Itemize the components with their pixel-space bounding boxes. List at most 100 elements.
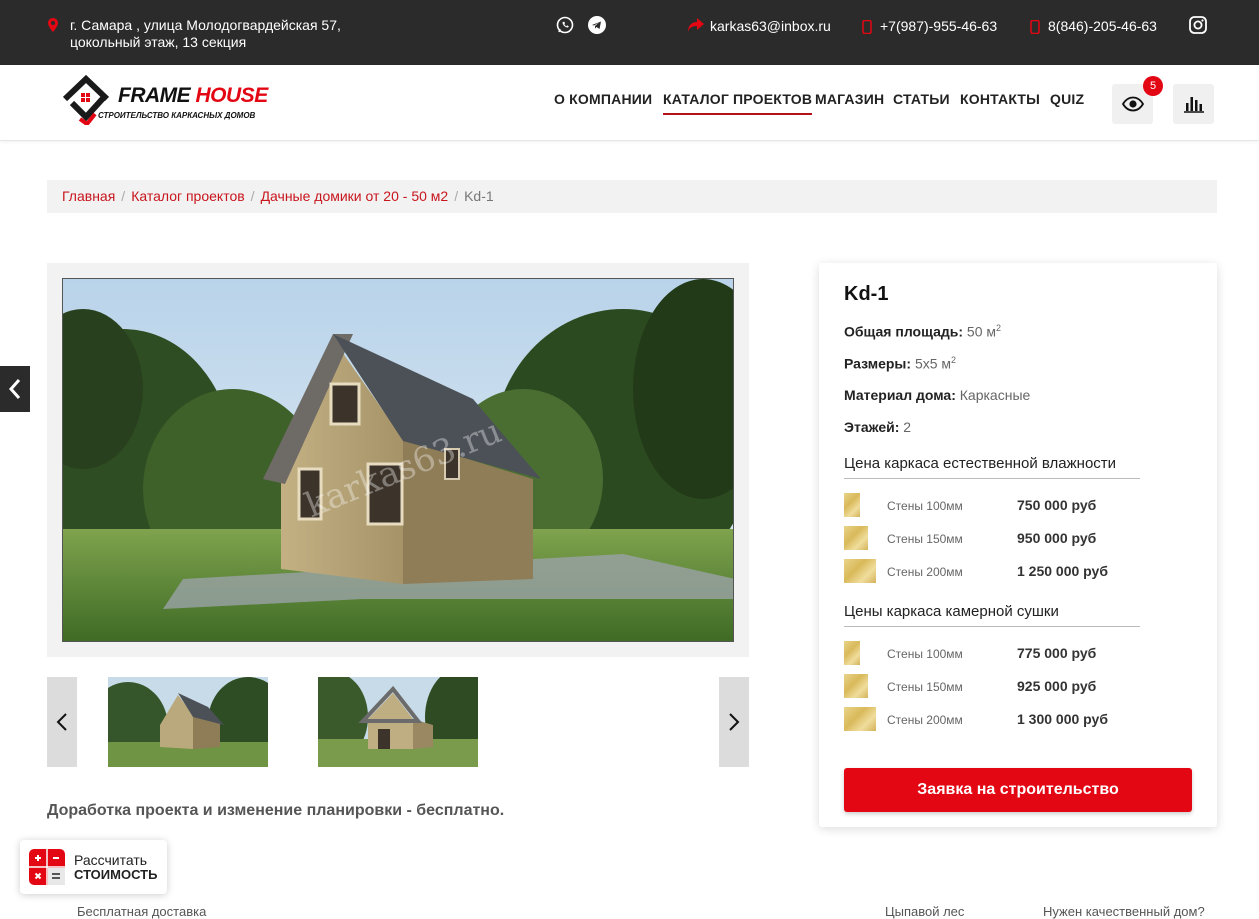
thumbnail-1[interactable] <box>108 677 268 767</box>
share-arrow-icon <box>688 18 704 32</box>
calc-label-1: Рассчитать <box>74 852 148 868</box>
house-thumbnail-image <box>108 677 268 767</box>
phone-link-1[interactable]: +7(987)-955-46-63 <box>862 18 998 34</box>
instagram-icon[interactable] <box>1189 16 1207 34</box>
prop-label: Размеры: <box>844 355 912 372</box>
brand-name: FRAME HOUSE <box>118 84 268 108</box>
wall-sample-swatch <box>844 707 876 731</box>
house-render-image: karkas63.ru <box>63 279 733 641</box>
price-row-label: Стены 150мм <box>887 532 963 546</box>
price-row: Стены 100мм 775 000 руб <box>844 641 1144 669</box>
side-slider-prev-button[interactable] <box>0 366 30 412</box>
address: г. Самара , улица Молодогвардейская 57, … <box>48 17 341 51</box>
prop-material: Материал дома: Каркасные <box>844 387 1030 403</box>
address-line-1: г. Самара , улица Молодогвардейская 57, <box>70 17 341 33</box>
calculator-icon <box>29 849 65 885</box>
viewed-count-badge: 5 <box>1143 76 1163 96</box>
brand-word-2: HOUSE <box>195 84 269 107</box>
breadcrumb-separator: / <box>454 188 459 204</box>
prop-value: 50 м <box>966 323 996 340</box>
chevron-left-icon <box>8 379 21 399</box>
price-row-value: 950 000 руб <box>1017 530 1097 546</box>
phone-link-2[interactable]: 8(846)-205-46-63 <box>1030 18 1157 34</box>
price-row-label: Стены 100мм <box>887 647 963 661</box>
thumbnail-2[interactable] <box>318 677 478 767</box>
nav-item-shop[interactable]: МАГАЗИН <box>815 91 884 107</box>
price-row: Стены 200мм 1 300 000 руб <box>844 707 1144 735</box>
prop-sup: 2 <box>996 323 1002 333</box>
brand-word-1: FRAME <box>118 84 191 107</box>
free-redesign-note: Доработка проекта и изменение планировки… <box>47 802 505 819</box>
wall-sample-swatch <box>844 559 876 583</box>
price-row-label: Стены 200мм <box>887 565 963 579</box>
nav-item-about[interactable]: О КОМПАНИИ <box>554 91 652 107</box>
calculate-cost-widget[interactable]: Рассчитать СТОИМОСТЬ <box>20 840 167 894</box>
prop-value: 5x5 м <box>914 355 952 372</box>
prop-label: Этажей: <box>844 419 900 435</box>
wall-sample-swatch <box>844 493 860 517</box>
nav-item-articles[interactable]: СТАТЬИ <box>893 91 950 107</box>
breadcrumb: Главная / Каталог проектов / Дачные домики о… <box>47 180 1217 213</box>
email-link[interactable]: karkas63@inbox.ru <box>688 18 831 34</box>
price-row-value: 1 250 000 руб <box>1017 563 1108 579</box>
price-row: Стены 200мм 1 250 000 руб <box>844 559 1144 587</box>
prop-value: Каркасные <box>959 387 1031 403</box>
telegram-icon[interactable] <box>588 16 606 34</box>
prop-size: Размеры: 5x5 м2 <box>844 355 956 372</box>
price-row-value: 750 000 руб <box>1017 497 1097 513</box>
price-section-dried: Цены каркаса камерной сушки <box>844 603 1140 627</box>
prop-sup: 2 <box>951 355 957 365</box>
phone-2-text: 8(846)-205-46-63 <box>1048 18 1157 34</box>
price-row-label: Стены 200мм <box>887 713 963 727</box>
main-house-photo[interactable]: karkas63.ru <box>62 278 734 642</box>
prop-label: Общая площадь: <box>844 323 964 340</box>
nav-item-catalog[interactable]: КАТАЛОГ ПРОЕКТОВ <box>663 91 813 115</box>
nav-item-quiz[interactable]: QUIZ <box>1050 91 1084 107</box>
project-info-card: Kd-1 Общая площадь: 50 м2 Размеры: 5x5 м… <box>819 263 1217 827</box>
chevron-right-icon <box>729 713 740 731</box>
price-row-value: 775 000 руб <box>1017 645 1097 661</box>
thumbs-next-button[interactable] <box>719 677 749 767</box>
price-row: Стены 100мм 750 000 руб <box>844 493 1144 521</box>
mobile-phone-icon <box>862 20 872 34</box>
price-row-label: Стены 150мм <box>887 680 963 694</box>
breadcrumb-catalog[interactable]: Каталог проектов <box>131 188 244 204</box>
wall-sample-swatch <box>844 641 860 665</box>
breadcrumb-separator: / <box>121 188 126 204</box>
breadcrumb-home[interactable]: Главная <box>62 188 115 204</box>
email-text: karkas63@inbox.ru <box>710 18 831 34</box>
whatsapp-icon[interactable] <box>556 16 574 34</box>
prop-value: 2 <box>903 419 912 435</box>
price-section-natural: Цена каркаса естественной влажности <box>844 455 1140 479</box>
address-line-2: цокольный этаж, 13 секция <box>70 34 247 50</box>
main-header: FRAME HOUSE СТРОИТЕЛЬСТВО КАРКАСНЫХ ДОМО… <box>0 65 1259 141</box>
price-row: Стены 150мм 925 000 руб <box>844 674 1144 702</box>
build-request-button[interactable]: Заявка на строительство <box>844 768 1192 812</box>
location-pin-icon <box>48 18 58 32</box>
wall-sample-swatch <box>844 526 868 550</box>
eye-icon <box>1122 96 1144 112</box>
compare-button[interactable] <box>1173 84 1214 124</box>
prop-floors: Этажей: 2 <box>844 419 911 435</box>
breadcrumb-category[interactable]: Дачные домики от 20 - 50 м2 <box>261 188 449 204</box>
calc-label-2: СТОИМОСТЬ <box>74 867 158 882</box>
price-row-label: Стены 100мм <box>887 499 963 513</box>
price-row: Стены 150мм 950 000 руб <box>844 526 1144 554</box>
breadcrumb-separator: / <box>250 188 255 204</box>
thumbs-prev-button[interactable] <box>47 677 77 767</box>
mobile-phone-icon <box>1030 20 1040 34</box>
nav-item-contacts[interactable]: КОНТАКТЫ <box>960 91 1040 107</box>
top-bar: г. Самара , улица Молодогвардейская 57, … <box>0 0 1259 65</box>
breadcrumb-current: Kd-1 <box>464 188 494 204</box>
project-title: Kd-1 <box>844 283 889 305</box>
bar-chart-icon <box>1184 97 1204 113</box>
price-row-value: 925 000 руб <box>1017 678 1097 694</box>
prop-label: Материал дома: <box>844 387 956 403</box>
house-thumbnail-image <box>318 677 478 767</box>
phone-1-text: +7(987)-955-46-63 <box>880 18 998 34</box>
brand-tagline: СТРОИТЕЛЬСТВО КАРКАСНЫХ ДОМОВ <box>98 111 256 120</box>
logo[interactable]: FRAME HOUSE СТРОИТЕЛЬСТВО КАРКАСНЫХ ДОМО… <box>62 73 272 131</box>
wall-sample-swatch <box>844 674 868 698</box>
chevron-left-icon <box>56 713 67 731</box>
main-photo-frame: karkas63.ru <box>47 263 749 657</box>
